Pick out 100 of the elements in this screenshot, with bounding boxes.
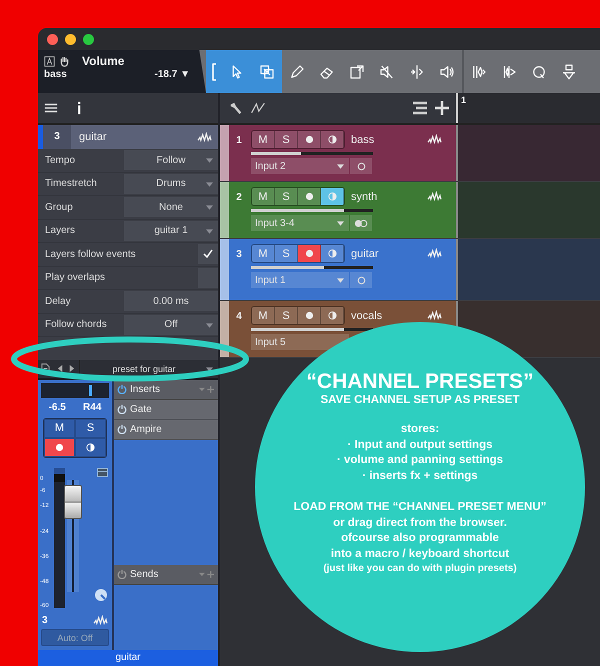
minimize-button[interactable] xyxy=(65,34,76,44)
property-dropdown[interactable]: Drums xyxy=(124,174,218,194)
circle-icon xyxy=(356,162,366,170)
property-checkbox[interactable] xyxy=(198,244,218,264)
parameter-name: Volume xyxy=(82,54,124,68)
waveform-icon[interactable] xyxy=(427,310,442,321)
mute-button[interactable]: M xyxy=(252,307,275,324)
track-name[interactable]: bass xyxy=(351,134,421,146)
previous-icon[interactable] xyxy=(57,365,64,372)
caret-icon xyxy=(206,205,213,210)
input-mode-button[interactable] xyxy=(350,215,372,231)
property-checkbox[interactable] xyxy=(198,268,218,288)
solo-button[interactable]: S xyxy=(75,418,106,438)
insert-slot[interactable]: Gate xyxy=(114,400,218,420)
volume-slider[interactable] xyxy=(251,152,373,155)
caret-icon xyxy=(337,164,344,169)
callout-line: ofcourse also programmable xyxy=(341,531,499,546)
track-name[interactable]: guitar xyxy=(351,248,421,260)
callout-line: stores: xyxy=(400,422,440,437)
letter-a-icon xyxy=(44,56,55,66)
callout-line: LOAD FROM THE “CHANNEL PRESET MENU” xyxy=(294,500,546,515)
mute-button[interactable]: M xyxy=(252,188,275,205)
property-field[interactable]: 0.00 ms xyxy=(124,291,218,312)
mute-button[interactable]: M xyxy=(44,418,75,438)
waveform-icon[interactable] xyxy=(427,134,442,145)
menu-icon[interactable] xyxy=(44,101,58,115)
checkmark-icon xyxy=(202,248,214,260)
callout-line: · inserts fx + settings xyxy=(362,468,478,484)
property-dropdown[interactable]: Follow xyxy=(124,150,218,170)
property-label: Timestretch xyxy=(44,178,98,190)
property-label: Group xyxy=(44,202,74,213)
power-icon[interactable] xyxy=(117,384,127,394)
range-icon xyxy=(258,62,276,80)
fader-handle[interactable] xyxy=(64,484,82,519)
track-header[interactable]: 1 M S bass Input 2 xyxy=(220,125,458,181)
split-icon xyxy=(408,62,426,80)
property-dropdown[interactable]: None xyxy=(124,197,218,218)
record-icon xyxy=(304,192,314,201)
solo-button[interactable]: S xyxy=(275,131,298,148)
expand-icon[interactable] xyxy=(97,468,108,476)
property-label: Tempo xyxy=(44,154,76,166)
mute-button[interactable]: M xyxy=(252,245,275,262)
range-tool[interactable] xyxy=(252,50,282,93)
half-circle-icon xyxy=(328,311,336,320)
track-header[interactable]: 2 M S synth Input 3-4 xyxy=(220,182,458,238)
waveform-icon[interactable] xyxy=(197,132,212,142)
volume-slider[interactable] xyxy=(251,266,373,269)
track-name[interactable]: guitar xyxy=(71,131,197,143)
circle-icon xyxy=(356,276,366,284)
track-number: 3 xyxy=(43,125,71,149)
pan-knob[interactable] xyxy=(94,588,108,602)
curve-icon[interactable] xyxy=(250,101,266,115)
timeline-ruler[interactable]: 1 xyxy=(458,93,600,123)
close-button[interactable] xyxy=(47,34,58,44)
automation-button[interactable]: Auto: Off xyxy=(41,629,109,646)
input-mode-button[interactable] xyxy=(350,158,372,174)
track-header[interactable]: 3 M S guitar Input 1 xyxy=(220,239,458,300)
track-number: 4 xyxy=(235,310,243,324)
track-number: 1 xyxy=(235,134,243,148)
waveform-icon[interactable] xyxy=(427,191,442,202)
solo-button[interactable]: S xyxy=(275,188,298,205)
callout-line: or drag direct from the browser. xyxy=(333,516,507,530)
property-dropdown[interactable]: guitar 1 xyxy=(124,220,218,241)
record-icon xyxy=(304,311,314,320)
input-dropdown[interactable]: Input 5 xyxy=(251,334,349,350)
wrench-icon[interactable] xyxy=(228,101,244,115)
input-mode-button[interactable] xyxy=(350,272,372,288)
mute-button[interactable]: M xyxy=(252,131,275,148)
property-dropdown[interactable]: Off xyxy=(124,314,218,335)
caret-icon xyxy=(337,221,344,226)
parameter-value[interactable]: -18.7 ▼ xyxy=(154,69,190,80)
waveform-icon[interactable] xyxy=(93,615,108,626)
volume-slider[interactable] xyxy=(251,328,373,331)
pan-readout: R44 xyxy=(83,402,102,412)
pan-slider[interactable] xyxy=(41,382,109,398)
track-number: 2 xyxy=(235,191,243,205)
volume-slider[interactable] xyxy=(251,209,373,212)
track-name[interactable]: synth xyxy=(351,190,421,202)
waveform-icon[interactable] xyxy=(427,248,442,259)
input-dropdown[interactable]: Input 1 xyxy=(251,272,349,288)
callout-line: · volume and panning settings xyxy=(336,453,504,468)
monitor-button[interactable] xyxy=(75,438,106,456)
record-button[interactable] xyxy=(44,438,75,456)
channel-number: 3 xyxy=(42,615,48,626)
sends-label: Sends xyxy=(130,568,160,580)
insert-slot[interactable]: Ampire xyxy=(114,420,218,440)
list-icon[interactable] xyxy=(412,101,428,115)
callout-title: “CHANNEL PRESETS” xyxy=(306,370,534,394)
add-icon[interactable] xyxy=(434,101,450,115)
resize-icon xyxy=(348,62,366,80)
bracket-tool[interactable] xyxy=(206,50,222,93)
input-dropdown[interactable]: Input 3-4 xyxy=(251,215,349,231)
track-name[interactable]: vocals xyxy=(351,310,421,322)
caret-icon xyxy=(337,278,344,283)
next-icon[interactable] xyxy=(68,365,75,372)
solo-button[interactable]: S xyxy=(275,245,298,262)
property-label: Layers xyxy=(44,225,76,236)
zoom-button[interactable] xyxy=(83,34,94,44)
input-dropdown[interactable]: Input 2 xyxy=(251,158,349,174)
solo-button[interactable]: S xyxy=(275,307,298,324)
